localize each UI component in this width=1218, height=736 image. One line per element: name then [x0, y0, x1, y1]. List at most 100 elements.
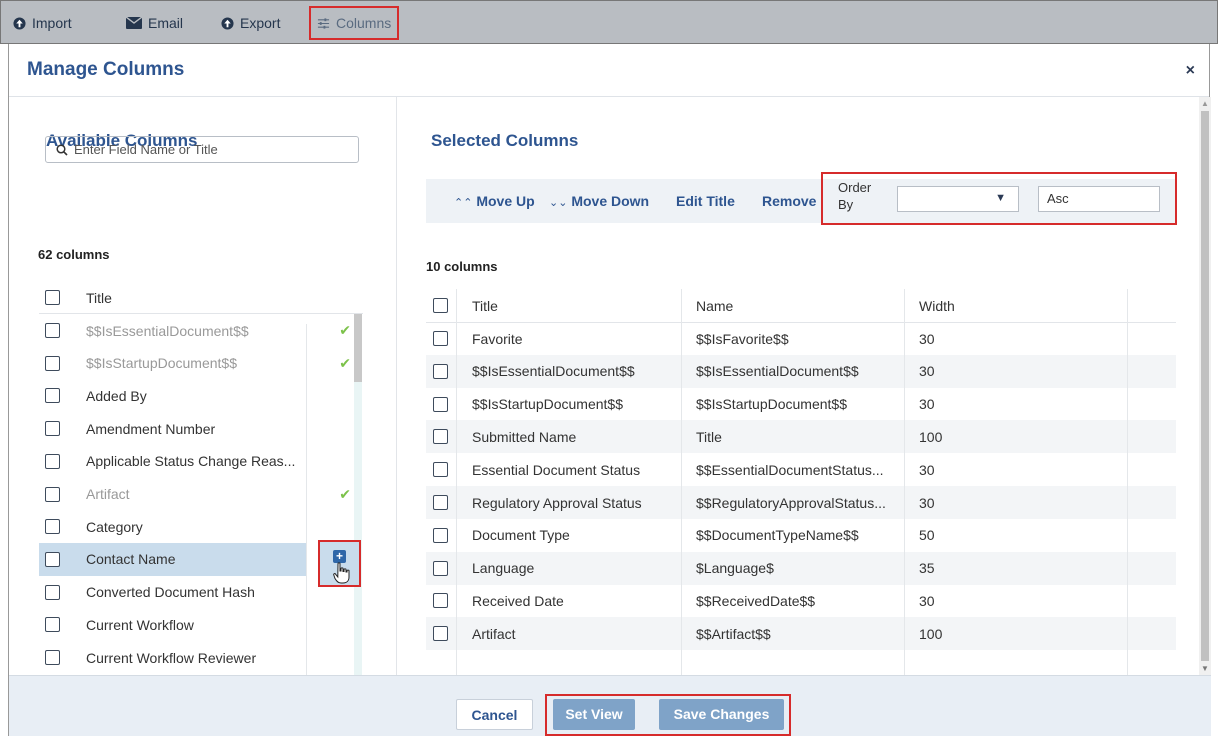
- email-button[interactable]: Email: [126, 1, 183, 45]
- row-checkbox[interactable]: [45, 421, 60, 437]
- row-checkbox[interactable]: [433, 331, 448, 346]
- order-by-select[interactable]: ▼: [897, 186, 1019, 212]
- header-divider: [426, 322, 1176, 323]
- cell-name: $$EssentialDocumentStatus...: [696, 461, 884, 478]
- cell-title: Essential Document Status: [472, 461, 641, 478]
- table-row[interactable]: Favorite $$IsFavorite$$ 30: [426, 322, 1176, 355]
- cancel-button[interactable]: Cancel: [456, 699, 533, 730]
- table-row[interactable]: Artifact $$Artifact$$ 100: [426, 617, 1176, 651]
- list-item[interactable]: Amendment Number: [39, 412, 363, 445]
- row-checkbox[interactable]: [433, 462, 448, 478]
- import-button[interactable]: Import: [13, 1, 72, 45]
- cell-title: Regulatory Approval Status: [472, 494, 642, 511]
- manage-columns-dialog: Manage Columns × Available Columns Enter…: [8, 44, 1211, 736]
- close-icon[interactable]: ×: [1186, 62, 1195, 80]
- export-button[interactable]: Export: [221, 1, 280, 45]
- list-item[interactable]: Artifact ✔: [39, 478, 363, 511]
- list-item-label: Artifact: [86, 486, 130, 502]
- row-checkbox[interactable]: [45, 519, 60, 535]
- row-checkbox[interactable]: [433, 363, 448, 379]
- search-input[interactable]: Enter Field Name or Title: [45, 136, 359, 163]
- row-checkbox[interactable]: [45, 453, 60, 469]
- email-icon: [126, 17, 142, 29]
- row-checkbox[interactable]: [45, 323, 60, 338]
- row-checkbox[interactable]: [433, 429, 448, 445]
- row-checkbox[interactable]: [45, 388, 60, 404]
- table-row[interactable]: Received Date $$ReceivedDate$$ 30: [426, 584, 1176, 617]
- list-item[interactable]: Current Workflow Reviewer: [39, 641, 363, 674]
- add-column-button[interactable]: +: [318, 540, 361, 587]
- title-column-header: Title: [86, 289, 112, 306]
- checkmark-icon: ✔: [339, 485, 351, 502]
- row-checkbox[interactable]: [45, 584, 60, 600]
- table-row[interactable]: $$IsStartupDocument$$ $$IsStartupDocument…: [426, 388, 1176, 421]
- row-checkbox[interactable]: [433, 560, 448, 576]
- cell-width: 30: [919, 494, 935, 511]
- list-item[interactable]: $$IsEssentialDocument$$ ✔: [39, 314, 363, 347]
- table-row[interactable]: Submitted Name Title 100: [426, 420, 1176, 454]
- column-divider: [306, 324, 307, 676]
- columns-button[interactable]: Columns: [309, 6, 400, 40]
- cell-title: Favorite: [472, 330, 523, 347]
- cell-width: 35: [919, 560, 935, 577]
- dialog-footer: Cancel Set View Save Changes: [9, 675, 1211, 736]
- row-checkbox[interactable]: [45, 355, 60, 371]
- table-row[interactable]: Essential Document Status $$EssentialDocu…: [426, 453, 1176, 486]
- move-down-button[interactable]: ⌄⌄ Move Down: [549, 179, 649, 223]
- set-view-button[interactable]: Set View: [553, 699, 635, 730]
- cell-title: Language: [472, 560, 535, 577]
- row-checkbox[interactable]: [45, 551, 60, 567]
- save-changes-button[interactable]: Save Changes: [659, 699, 784, 730]
- table-row[interactable]: Document Type $$DocumentTypeName$$ 50: [426, 519, 1176, 552]
- row-checkbox[interactable]: [433, 626, 448, 642]
- edit-title-button[interactable]: Edit Title: [676, 179, 735, 223]
- scroll-down-icon[interactable]: ▼: [1201, 664, 1209, 673]
- list-item-label: Current Workflow: [86, 616, 194, 633]
- row-checkbox[interactable]: [45, 650, 60, 665]
- cell-width: 30: [919, 396, 935, 413]
- select-all-checkbox[interactable]: [45, 290, 60, 305]
- row-checkbox[interactable]: [433, 495, 448, 510]
- hand-cursor-icon: [333, 562, 350, 584]
- left-scrollbar-thumb[interactable]: [354, 314, 362, 382]
- table-row[interactable]: Language $Language$ 35: [426, 551, 1176, 585]
- list-item[interactable]: $$IsStartupDocument$$ ✔: [39, 347, 363, 380]
- search-placeholder: Enter Field Name or Title: [74, 142, 218, 157]
- list-item-label: Amendment Number: [86, 420, 216, 437]
- cell-width: 100: [919, 428, 943, 445]
- table-row[interactable]: $$IsEssentialDocument$$ $$IsEssentialDocu…: [426, 354, 1176, 388]
- sort-direction-field[interactable]: Asc: [1038, 186, 1160, 212]
- cell-width: 30: [919, 363, 935, 380]
- cell-name: $$DocumentTypeName$$: [696, 527, 859, 544]
- chevron-up-icon: ⌃⌃: [454, 197, 473, 209]
- dialog-scrollbar-thumb[interactable]: [1201, 111, 1209, 661]
- list-item[interactable]: Converted Document Hash: [39, 576, 363, 609]
- list-item[interactable]: Category: [39, 510, 363, 543]
- name-column-header: Name: [696, 297, 734, 314]
- list-item[interactable]: Applicable Status Change Reas...: [39, 445, 363, 478]
- cell-title: $$IsStartupDocument$$: [472, 396, 623, 413]
- list-item[interactable]: Added By: [39, 379, 363, 412]
- row-checkbox[interactable]: [45, 617, 60, 633]
- cell-width: 50: [919, 527, 935, 544]
- dialog-scrollbar[interactable]: ▲ ▼: [1199, 97, 1211, 675]
- title-column-header: Title: [472, 297, 498, 314]
- cell-width: 30: [919, 461, 935, 478]
- list-item[interactable]: Current Workflow: [39, 608, 363, 641]
- list-item[interactable]: Contact Name: [39, 542, 307, 576]
- list-item-label: Applicable Status Change Reas...: [86, 453, 296, 470]
- table-row[interactable]: Regulatory Approval Status $$RegulatoryAp…: [426, 486, 1176, 519]
- row-checkbox[interactable]: [433, 396, 448, 412]
- row-checkbox[interactable]: [433, 527, 448, 543]
- scroll-up-icon[interactable]: ▲: [1201, 99, 1209, 108]
- remove-button[interactable]: Remove: [762, 179, 816, 223]
- row-checkbox[interactable]: [45, 486, 60, 502]
- email-label: Email: [148, 15, 184, 31]
- import-label: Import: [32, 15, 72, 31]
- row-checkbox[interactable]: [433, 593, 448, 609]
- export-icon: [221, 16, 234, 30]
- width-column-header: Width: [919, 297, 955, 314]
- top-toolbar: Import Email Export Columns: [0, 0, 1218, 44]
- move-up-button[interactable]: ⌃⌃ Move Up: [454, 179, 535, 223]
- select-all-checkbox[interactable]: [433, 298, 448, 313]
